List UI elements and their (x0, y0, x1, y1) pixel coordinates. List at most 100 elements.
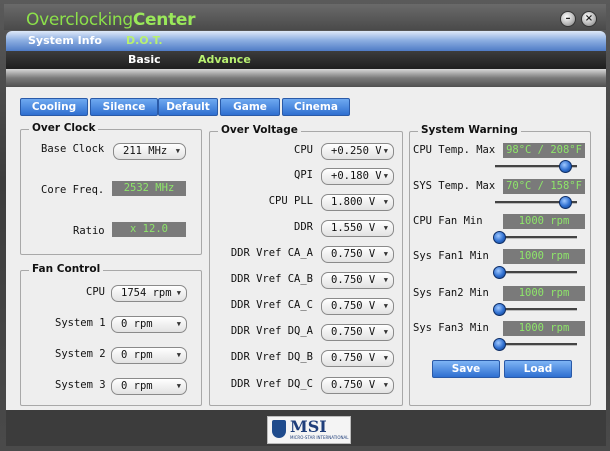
fan-system1-value: 0 rpm (121, 318, 153, 330)
overclock-title: Over Clock (29, 122, 99, 134)
msi-logo: MSI MICRO-STAR INTERNATIONAL (267, 416, 351, 444)
slider-track[interactable] (495, 271, 577, 274)
warning-readout: 1000 rpm (503, 286, 585, 301)
voltage-dropdown[interactable]: 0.750 V ▼ (321, 272, 394, 289)
slider-knob[interactable] (493, 338, 506, 351)
voltage-value: 0.750 V (331, 248, 376, 260)
app-title: OverclockingCenter (26, 10, 196, 30)
chevron-down-icon: ▼ (383, 172, 388, 180)
warning-readout: 98°C / 208°F (503, 143, 585, 158)
fan-system3-value: 0 rpm (121, 380, 153, 392)
preset-cinema-button[interactable]: Cinema (282, 98, 350, 116)
voltage-dropdown[interactable]: 0.750 V ▼ (321, 298, 394, 315)
base-clock-value: 211 MHz (123, 145, 168, 157)
voltage-value: 0.750 V (331, 379, 376, 391)
fan-cpu-label: CPU (86, 286, 105, 298)
voltage-label: QPI (294, 169, 313, 181)
preset-cooling-button[interactable]: Cooling (20, 98, 88, 116)
voltage-label: DDR Vref DQ_A (230, 325, 313, 337)
chevron-down-icon: ▼ (383, 381, 388, 389)
title-bar: OverclockingCenter – × (4, 4, 606, 30)
voltage-label: DDR Vref CA_C (230, 299, 313, 311)
close-icon[interactable]: × (581, 11, 597, 27)
slider-knob[interactable] (493, 266, 506, 279)
fan-control-title: Fan Control (29, 263, 104, 275)
voltage-dropdown[interactable]: 0.750 V ▼ (321, 246, 394, 263)
core-freq-label: Core Freq. (41, 184, 105, 196)
preset-default-button[interactable]: Default (158, 98, 218, 116)
voltage-label: CPU (294, 144, 313, 156)
voltage-value: +0.250 V (331, 145, 382, 157)
chevron-down-icon: ▼ (383, 276, 388, 284)
voltage-dropdown[interactable]: 0.750 V ▼ (321, 350, 394, 367)
warning-label: CPU Temp. Max (413, 144, 496, 156)
tab-basic[interactable]: Basic (128, 53, 161, 66)
slider-track[interactable] (495, 236, 577, 239)
chevron-down-icon: ▼ (383, 198, 388, 206)
fan-system2-label: System 2 (55, 348, 106, 360)
nav-divider (6, 69, 606, 87)
warning-label: SYS Temp. Max (413, 180, 496, 192)
warning-readout: 70°C / 158°F (503, 179, 585, 194)
voltage-dropdown[interactable]: 1.550 V ▼ (321, 220, 394, 237)
preset-silence-button[interactable]: Silence (90, 98, 158, 116)
ratio-readout: x 12.0 (112, 222, 186, 237)
voltage-label: DDR Vref DQ_B (230, 351, 313, 363)
voltage-value: 0.750 V (331, 352, 376, 364)
voltage-dropdown[interactable]: +0.180 V ▼ (321, 168, 394, 185)
slider-knob[interactable] (559, 160, 572, 173)
app-window: OverclockingCenter – × System Info D.O.T… (0, 0, 610, 451)
ratio-label: Ratio (73, 225, 105, 237)
chevron-down-icon: ▼ (383, 224, 388, 232)
chevron-down-icon: ▼ (176, 382, 181, 390)
load-button[interactable]: Load (504, 360, 572, 378)
chevron-down-icon: ▼ (383, 147, 388, 155)
tab-system-info[interactable]: System Info (28, 34, 102, 47)
chevron-down-icon: ▼ (175, 147, 180, 155)
tab-dot[interactable]: D.O.T. (126, 34, 163, 47)
voltage-dropdown[interactable]: 0.750 V ▼ (321, 324, 394, 341)
chevron-down-icon: ▼ (176, 320, 181, 328)
voltage-dropdown[interactable]: 1.800 V ▼ (321, 194, 394, 211)
slider-knob[interactable] (559, 196, 572, 209)
warning-label: Sys Fan1 Min (413, 250, 489, 262)
voltage-label: CPU PLL (268, 195, 313, 207)
fan-system3-dropdown[interactable]: 0 rpm ▼ (111, 378, 187, 395)
fan-system2-dropdown[interactable]: 0 rpm ▼ (111, 347, 187, 364)
warning-label: Sys Fan2 Min (413, 287, 489, 299)
voltage-label: DDR (294, 221, 313, 233)
fan-cpu-dropdown[interactable]: 1754 rpm ▼ (111, 285, 187, 302)
secondary-nav: Basic Advance (6, 51, 606, 69)
voltage-label: DDR Vref CA_B (230, 273, 313, 285)
preset-game-button[interactable]: Game (220, 98, 280, 116)
warning-label: Sys Fan3 Min (413, 322, 489, 334)
over-voltage-title: Over Voltage (218, 124, 301, 136)
chevron-down-icon: ▼ (383, 328, 388, 336)
base-clock-label: Base Clock (41, 143, 105, 155)
logo-text: MSI (290, 417, 327, 436)
chevron-down-icon: ▼ (176, 351, 181, 359)
voltage-dropdown[interactable]: +0.250 V ▼ (321, 143, 394, 160)
warning-readout: 1000 rpm (503, 214, 585, 229)
base-clock-dropdown[interactable]: 211 MHz ▼ (113, 143, 186, 160)
slider-knob[interactable] (493, 231, 506, 244)
save-button[interactable]: Save (432, 360, 500, 378)
slider-track[interactable] (495, 308, 577, 311)
fan-system1-dropdown[interactable]: 0 rpm ▼ (111, 316, 187, 333)
slider-track[interactable] (495, 343, 577, 346)
slider-knob[interactable] (493, 303, 506, 316)
voltage-value: 0.750 V (331, 274, 376, 286)
voltage-value: 1.550 V (331, 222, 376, 234)
warning-label: CPU Fan Min (413, 215, 483, 227)
fan-cpu-value: 1754 rpm (121, 287, 172, 299)
minimize-icon[interactable]: – (560, 11, 576, 27)
primary-nav: System Info D.O.T. (6, 31, 606, 51)
msi-shield-icon (272, 420, 286, 438)
voltage-label: DDR Vref DQ_C (230, 378, 313, 390)
logo-subtext: MICRO-STAR INTERNATIONAL (290, 435, 349, 440)
app-title-part2: Center (132, 10, 196, 30)
tab-advance[interactable]: Advance (198, 53, 251, 66)
voltage-dropdown[interactable]: 0.750 V ▼ (321, 377, 394, 394)
chevron-down-icon: ▼ (383, 250, 388, 258)
core-freq-readout: 2532 MHz (112, 181, 186, 196)
